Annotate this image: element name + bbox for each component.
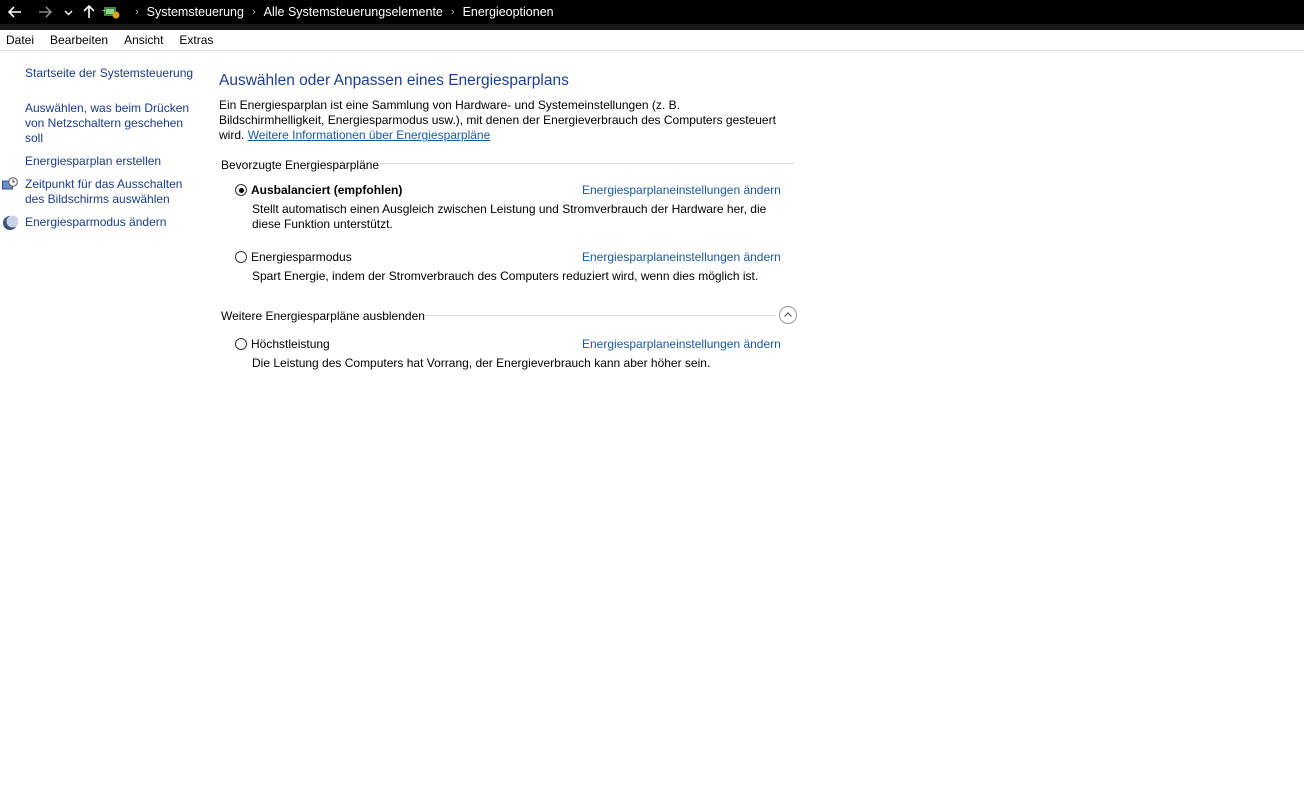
sidebar-item-energiesparmodus[interactable]: Energiesparmodus ändern — [25, 215, 195, 230]
menu-datei[interactable]: Datei — [0, 33, 42, 47]
divider — [424, 315, 776, 316]
plan-settings-link-hoechstleistung[interactable]: Energiesparplaneinstellungen ändern — [582, 337, 781, 351]
back-button[interactable] — [4, 0, 26, 24]
plan-description-energiesparmodus: Spart Energie, indem der Stromverbrauch … — [252, 269, 759, 283]
recent-locations-button[interactable] — [61, 0, 75, 24]
menu-extras[interactable]: Extras — [173, 33, 221, 47]
chevron-down-icon — [64, 10, 72, 15]
plan-name-ausbalanciert[interactable]: Ausbalanciert (empfohlen) — [251, 183, 402, 197]
breadcrumb-systemsteuerung[interactable]: Systemsteuerung — [147, 5, 244, 19]
plan-settings-link-energiesparmodus[interactable]: Energiesparplaneinstellungen ändern — [582, 250, 781, 264]
more-plans-heading[interactable]: Weitere Energiesparpläne ausblenden — [221, 309, 425, 323]
breadcrumb-alle-elemente[interactable]: Alle Systemsteuerungselemente — [264, 5, 443, 19]
arrow-right-icon — [39, 6, 52, 18]
menu-bearbeiten[interactable]: Bearbeiten — [44, 33, 116, 47]
plan-settings-link-ausbalanciert[interactable]: Energiesparplaneinstellungen ändern — [582, 183, 781, 197]
plan-name-hoechstleistung[interactable]: Höchstleistung — [251, 337, 330, 351]
forward-button[interactable] — [34, 0, 56, 24]
address-bar: › Systemsteuerung › Alle Systemsteuerung… — [0, 0, 1304, 24]
plan-description-ausbalanciert: Stellt automatisch einen Ausgleich zwisc… — [252, 202, 767, 231]
arrow-up-icon — [83, 5, 95, 18]
plan-name-energiesparmodus[interactable]: Energiesparmodus — [251, 250, 352, 264]
sidebar-item-netzschalter[interactable]: Auswählen, was beim Drücken von Netzscha… — [25, 101, 195, 146]
divider — [380, 163, 794, 164]
page-title: Auswählen oder Anpassen eines Energiespa… — [219, 72, 569, 89]
arrow-left-icon — [8, 6, 21, 18]
sidebar-item-bildschirm-ausschalten[interactable]: Zeitpunkt für das Ausschalten des Bildsc… — [25, 177, 195, 207]
sidebar-item-startseite[interactable]: Startseite der Systemsteuerung — [25, 66, 195, 81]
menu-ansicht[interactable]: Ansicht — [118, 33, 171, 47]
breadcrumb-separator: › — [251, 6, 256, 18]
preferred-plans-heading: Bevorzugte Energiesparpläne — [221, 158, 380, 172]
intro-text-block: Ein Energiesparplan ist eine Sammlung vo… — [219, 98, 784, 143]
control-panel-icon — [103, 4, 121, 20]
plan-description-hoechstleistung: Die Leistung des Computers hat Vorrang, … — [252, 356, 711, 370]
plan-radio-hoechstleistung[interactable] — [235, 338, 247, 350]
plan-radio-ausbalanciert[interactable] — [235, 184, 247, 196]
breadcrumb-energieoptionen[interactable]: Energieoptionen — [463, 5, 554, 19]
breadcrumb-separator: › — [135, 6, 139, 18]
moon-icon — [2, 215, 19, 231]
up-button[interactable] — [80, 0, 98, 24]
chevron-up-icon — [784, 312, 792, 317]
menu-bar: Datei Bearbeiten Ansicht Extras — [0, 30, 1304, 51]
collapse-button[interactable] — [779, 306, 797, 324]
sidebar-item-plan-erstellen[interactable]: Energiesparplan erstellen — [25, 154, 195, 169]
monitor-clock-icon — [2, 177, 18, 193]
breadcrumb: › Systemsteuerung › Alle Systemsteuerung… — [103, 0, 554, 24]
breadcrumb-separator: › — [450, 6, 455, 18]
more-info-link[interactable]: Weitere Informationen über Energiesparpl… — [248, 128, 491, 142]
plan-radio-energiesparmodus[interactable] — [235, 251, 247, 263]
